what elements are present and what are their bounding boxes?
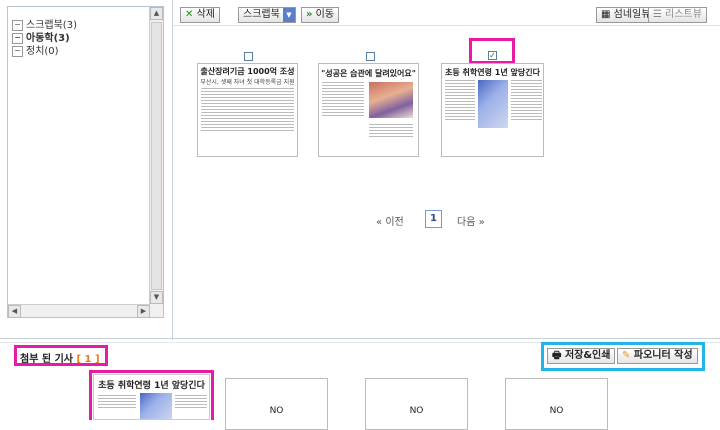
empty-slot[interactable]: NO — [225, 378, 328, 430]
scroll-left-icon[interactable]: ◀ — [8, 305, 21, 318]
tree-vertical-scrollbar[interactable]: ▲ ▼ — [149, 7, 163, 317]
article-thumbnail-1[interactable]: 출산장려기금 1000억 조성 부산시, 셋째 자녀 첫 대학등록금 지원 — [197, 63, 298, 157]
attached-article-image — [140, 393, 172, 419]
grid-icon: ▦ — [601, 9, 611, 20]
scroll-up-icon[interactable]: ▲ — [150, 7, 163, 20]
current-page[interactable]: 1 — [425, 210, 442, 228]
thumbnail-view-button[interactable]: ▦ 섬네일뷰 — [596, 7, 656, 23]
double-chevron-left-icon: « — [376, 217, 383, 228]
list-icon: ☰ — [653, 9, 662, 20]
tree-item-politics[interactable]: − 정치(0) — [12, 42, 59, 57]
article-chart-image — [478, 80, 508, 128]
article-checkbox-3[interactable]: ✓ — [488, 51, 497, 60]
attached-articles-header: 첨부 된 기사 [ 1 ] — [14, 345, 108, 366]
chevron-down-icon[interactable]: ▼ — [283, 8, 295, 22]
empty-slot[interactable]: NO — [505, 378, 608, 430]
attached-count: 1 — [84, 354, 92, 365]
write-report-button[interactable]: ✎ 파오니터 작성 — [617, 348, 698, 364]
move-button[interactable]: » 이동 — [301, 7, 340, 23]
article-checkbox-2[interactable] — [366, 52, 375, 61]
panel-divider — [172, 0, 173, 340]
article-thumbnail-2[interactable]: "성공은 습관에 달려있어요" — [318, 63, 419, 157]
scroll-right-icon[interactable]: ▶ — [137, 305, 150, 318]
empty-slot[interactable]: NO — [365, 378, 468, 430]
next-page-link[interactable]: 다음 » — [457, 213, 485, 228]
minus-box-icon[interactable]: − — [12, 45, 23, 57]
double-chevron-right-icon: » — [478, 217, 485, 228]
prev-page-link[interactable]: « 이전 — [376, 213, 404, 228]
article-photo — [369, 82, 413, 118]
pencil-icon: ✎ — [622, 350, 631, 361]
list-view-button[interactable]: ☰ 리스트뷰 — [648, 7, 707, 23]
folder-select[interactable]: 스크랩북 ▼ — [238, 7, 296, 23]
tree-horizontal-scrollbar[interactable]: ◀ ▶ — [8, 304, 150, 318]
x-icon: ✕ — [185, 9, 194, 20]
toolbar-divider — [173, 25, 720, 26]
article-thumbnail-3[interactable]: 초등 취학연령 1년 앞당긴다 — [441, 63, 544, 157]
category-tree: − 스크랩북(3) − 아동학(3) − 정치(0) ▲ ▼ ◀ ▶ — [7, 6, 164, 318]
article-checkbox-1[interactable] — [244, 52, 253, 61]
attached-article-1[interactable]: 초등 취학연령 1년 앞당긴다 — [93, 374, 210, 420]
scroll-thumb[interactable] — [151, 22, 162, 290]
scroll-down-icon[interactable]: ▼ — [150, 291, 163, 304]
delete-button[interactable]: ✕ 삭제 — [180, 7, 220, 23]
save-print-icon: 🖶 — [552, 350, 562, 361]
double-chevron-right-icon: » — [306, 9, 313, 20]
save-print-button[interactable]: 🖶 저장&인쇄 — [547, 348, 616, 364]
section-divider — [0, 338, 720, 339]
